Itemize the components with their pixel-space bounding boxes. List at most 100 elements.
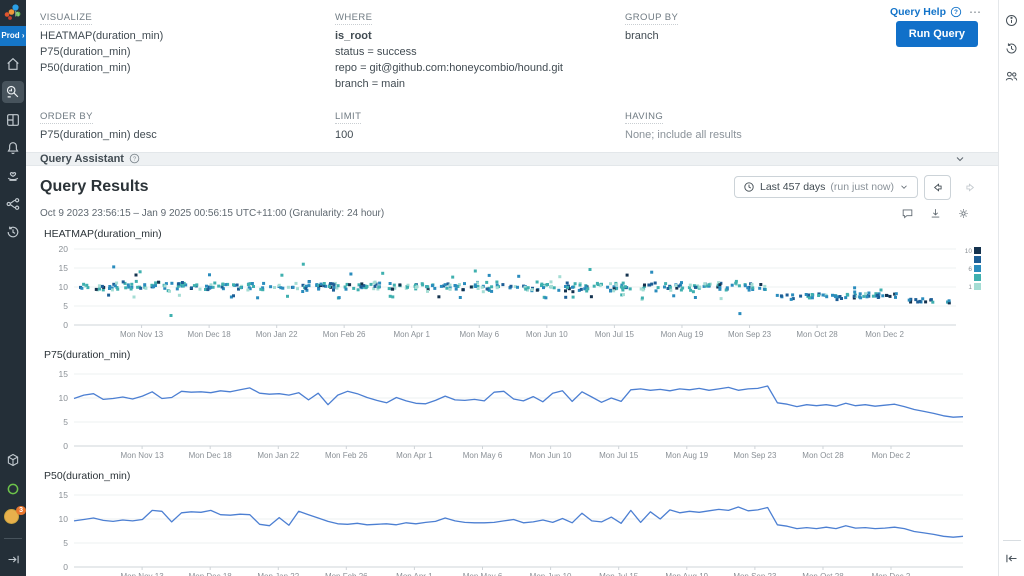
svg-text:15: 15 bbox=[59, 369, 69, 379]
visualize-clause[interactable]: VISUALIZE HEATMAP(duration_min) P75(dura… bbox=[40, 7, 335, 93]
where-item[interactable]: repo = git@github.com:honeycombio/hound.… bbox=[335, 61, 625, 77]
time-range-note: (run just now) bbox=[830, 181, 894, 193]
clock-icon bbox=[743, 181, 755, 193]
svg-text:Mon Jul 15: Mon Jul 15 bbox=[595, 330, 635, 339]
order-by-clause[interactable]: ORDER BY P75(duration_min) desc bbox=[40, 106, 335, 144]
p75-line-chart[interactable]: 051015Mon Nov 13Mon Dec 18Mon Jan 22Mon … bbox=[40, 362, 984, 462]
sidebar-item-slos[interactable] bbox=[2, 165, 24, 187]
limit-label: LIMIT bbox=[335, 111, 361, 124]
limit-clause[interactable]: LIMIT 100 bbox=[335, 106, 625, 144]
svg-text:0: 0 bbox=[63, 320, 68, 330]
sidebar-item-boards[interactable] bbox=[2, 109, 24, 131]
svg-text:10: 10 bbox=[59, 282, 69, 292]
arrow-right-outline-icon bbox=[964, 181, 977, 194]
sidebar-item-usage[interactable] bbox=[2, 449, 24, 471]
comment-button[interactable] bbox=[901, 207, 914, 220]
svg-text:5: 5 bbox=[63, 301, 68, 311]
sidebar-item-pipelines[interactable] bbox=[2, 193, 24, 215]
svg-text:Mon Dec 2: Mon Dec 2 bbox=[872, 451, 911, 460]
svg-text:Mon Jun 10: Mon Jun 10 bbox=[530, 451, 572, 460]
svg-text:Mon Jun 10: Mon Jun 10 bbox=[526, 330, 568, 339]
where-clause[interactable]: WHERE is_root status = success repo = gi… bbox=[335, 7, 625, 93]
team-activity-button[interactable] bbox=[1004, 69, 1019, 84]
svg-text:6: 6 bbox=[968, 266, 972, 273]
honeycomb-logo[interactable]: h bbox=[0, 0, 26, 26]
chevron-down-icon bbox=[899, 182, 909, 192]
visualize-item[interactable]: P75(duration_min) bbox=[40, 45, 335, 61]
chart-title: P75(duration_min) bbox=[44, 349, 984, 361]
environment-name: Prod bbox=[1, 31, 19, 40]
heatmap-chart[interactable]: 05101520Mon Nov 13Mon Dec 18Mon Jan 22Mo… bbox=[40, 241, 984, 341]
collapse-sidebar-button[interactable] bbox=[2, 548, 24, 570]
visualize-item[interactable]: P50(duration_min) bbox=[40, 61, 335, 77]
help-circle-icon: ? bbox=[129, 153, 140, 164]
environment-caret: › bbox=[22, 31, 25, 40]
environment-selector[interactable]: Prod › bbox=[0, 26, 26, 46]
having-item[interactable]: None; include all results bbox=[625, 128, 984, 144]
expand-panel-button[interactable] bbox=[1004, 551, 1019, 570]
svg-text:Mon Feb 26: Mon Feb 26 bbox=[325, 572, 368, 576]
sidebar-item-activity[interactable] bbox=[2, 221, 24, 243]
group-by-clause[interactable]: GROUP BY branch bbox=[625, 7, 984, 93]
query-assistant-bar[interactable]: Query Assistant ? bbox=[26, 152, 998, 166]
chart-settings-button[interactable] bbox=[957, 207, 970, 220]
home-icon bbox=[5, 56, 21, 72]
svg-text:1: 1 bbox=[968, 284, 972, 291]
expand-assistant-chevron[interactable] bbox=[954, 153, 966, 165]
sidebar-item-alerts[interactable] bbox=[2, 137, 24, 159]
svg-text:?: ? bbox=[954, 9, 958, 16]
next-time-window-button[interactable] bbox=[957, 175, 984, 200]
svg-text:?: ? bbox=[133, 157, 137, 163]
svg-text:Mon Sep 23: Mon Sep 23 bbox=[733, 451, 777, 460]
previous-time-window-button[interactable] bbox=[924, 175, 951, 200]
svg-text:Mon Oct 28: Mon Oct 28 bbox=[802, 572, 844, 576]
download-button[interactable] bbox=[929, 207, 942, 220]
having-label: HAVING bbox=[625, 111, 663, 124]
order-by-label: ORDER BY bbox=[40, 111, 93, 124]
svg-text:Mon Jun 10: Mon Jun 10 bbox=[530, 572, 572, 576]
p50-line-chart[interactable]: 051015Mon Nov 13Mon Dec 18Mon Jan 22Mon … bbox=[40, 483, 984, 576]
divider bbox=[4, 538, 22, 539]
activity-history-icon bbox=[5, 224, 21, 240]
details-panel-button[interactable] bbox=[1004, 13, 1019, 28]
svg-text:Mon Jan 22: Mon Jan 22 bbox=[256, 330, 298, 339]
query-history-button[interactable] bbox=[1004, 41, 1019, 56]
svg-text:Mon Aug 19: Mon Aug 19 bbox=[661, 330, 704, 339]
collapse-right-icon bbox=[6, 552, 21, 567]
svg-text:20: 20 bbox=[59, 244, 69, 254]
query-help-link[interactable]: Query Help ? bbox=[890, 6, 962, 18]
user-avatar[interactable]: 3 bbox=[2, 507, 24, 529]
svg-text:5: 5 bbox=[63, 538, 68, 548]
svg-text:0: 0 bbox=[63, 562, 68, 572]
package-cube-icon bbox=[5, 452, 21, 468]
where-item[interactable]: is_root bbox=[335, 29, 625, 45]
notification-badge: 3 bbox=[16, 506, 26, 515]
slo-heart-hand-icon bbox=[5, 168, 21, 184]
run-query-button[interactable]: Run Query bbox=[896, 21, 978, 47]
svg-text:Mon Jan 22: Mon Jan 22 bbox=[257, 572, 299, 576]
bell-icon bbox=[5, 140, 21, 156]
visualize-item[interactable]: HEATMAP(duration_min) bbox=[40, 29, 335, 45]
svg-text:Mon Nov 13: Mon Nov 13 bbox=[121, 572, 165, 576]
having-clause[interactable]: HAVING None; include all results bbox=[625, 106, 984, 144]
svg-text:Mon Jul 15: Mon Jul 15 bbox=[599, 451, 639, 460]
svg-text:Mon Apr 1: Mon Apr 1 bbox=[393, 330, 430, 339]
order-by-item[interactable]: P75(duration_min) desc bbox=[40, 128, 335, 144]
svg-text:Mon Oct 28: Mon Oct 28 bbox=[796, 330, 838, 339]
sidebar-item-query[interactable] bbox=[2, 81, 24, 103]
svg-text:0: 0 bbox=[63, 441, 68, 451]
divider bbox=[1003, 540, 1021, 541]
where-item[interactable]: branch = main bbox=[335, 77, 625, 93]
collapse-left-icon bbox=[1004, 551, 1019, 566]
svg-text:Mon Sep 23: Mon Sep 23 bbox=[733, 572, 777, 576]
query-assistant-label: Query Assistant bbox=[40, 153, 124, 165]
limit-item[interactable]: 100 bbox=[335, 128, 625, 144]
svg-text:Mon Apr 1: Mon Apr 1 bbox=[396, 572, 433, 576]
status-ring-icon[interactable] bbox=[2, 478, 24, 500]
query-menu-button[interactable]: ⋯ bbox=[969, 5, 982, 19]
svg-text:Mon Nov 13: Mon Nov 13 bbox=[120, 330, 164, 339]
logo-letter: h bbox=[15, 12, 19, 19]
sidebar-item-home[interactable] bbox=[2, 53, 24, 75]
where-item[interactable]: status = success bbox=[335, 45, 625, 61]
time-range-dropdown[interactable]: Last 457 days (run just now) bbox=[734, 176, 918, 198]
